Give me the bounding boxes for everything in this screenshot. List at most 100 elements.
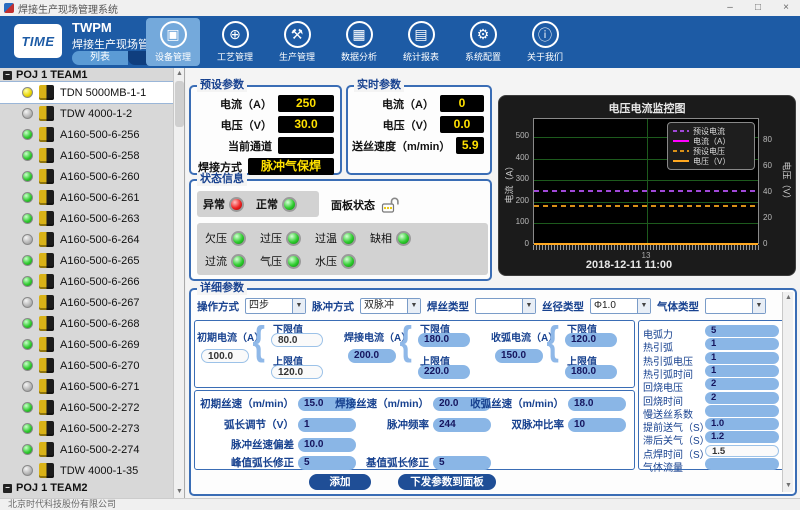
header: TIME TWPM 焊接生产现场管理系统 列表图形 ▣设备管理⊕工艺管理⚒生产管…	[0, 16, 800, 68]
tree-item[interactable]: A160-500-6-261	[0, 187, 174, 208]
param-value-field[interactable]: 1.5	[705, 445, 779, 457]
green-led-icon	[341, 231, 356, 246]
tree-item[interactable]: A160-500-2-273	[0, 418, 174, 439]
maximize-button[interactable]: □	[744, 0, 772, 16]
dropdown-气体类型[interactable]: ▼	[705, 298, 766, 314]
current-value-field[interactable]: 100.0	[201, 349, 249, 363]
production-icon: ⚒	[284, 21, 311, 48]
param-value-field[interactable]: 1.0	[705, 418, 779, 430]
scroll-up-icon[interactable]: ▲	[783, 292, 794, 304]
param-value-field[interactable]: 10	[568, 418, 626, 432]
tree-item[interactable]: A160-500-6-267	[0, 292, 174, 313]
tree-item[interactable]: A160-500-6-270	[0, 355, 174, 376]
detail-scrollbar[interactable]: ▲ ▼	[782, 292, 793, 492]
param-value-field[interactable]: 1	[705, 365, 779, 377]
param-label: 脉冲丝速偏差	[231, 437, 294, 452]
param-value-field[interactable]: 1	[298, 418, 356, 432]
chevron-down-icon[interactable]: ▼	[407, 299, 420, 313]
param-value-field[interactable]: 1.2	[705, 431, 779, 443]
nav-item[interactable]: ⚒生产管理	[270, 18, 324, 66]
dropdown-焊丝类型[interactable]: ▼	[475, 298, 536, 314]
minimize-button[interactable]: –	[716, 0, 744, 16]
close-button[interactable]: ×	[772, 0, 800, 16]
sidebar-scrollbar[interactable]: ▲ ▼	[173, 68, 184, 498]
nav-item-label: 设备管理	[155, 50, 191, 63]
brace-glyph: {	[400, 319, 412, 364]
tree-item[interactable]: TDW 4000-1-35	[0, 460, 174, 481]
tree-item[interactable]: A160-500-2-274	[0, 439, 174, 460]
lower-limit-field[interactable]: 80.0	[271, 333, 323, 347]
fault-indicator: 过温	[315, 230, 356, 246]
chart-ytick-right: 40	[763, 187, 791, 196]
lower-limit-field[interactable]: 180.0	[418, 333, 470, 347]
value-display: 0	[440, 95, 484, 112]
led-label: 正常	[256, 196, 278, 212]
param-value-field[interactable]: 5	[705, 325, 779, 337]
dropdown-丝径类型[interactable]: Φ1.0▼	[590, 298, 651, 314]
scrollbar-thumb[interactable]	[175, 81, 184, 127]
lower-limit-field[interactable]: 120.0	[565, 333, 617, 347]
view-button-列表[interactable]: 列表	[72, 51, 128, 65]
tree-item[interactable]: A160-500-6-260	[0, 166, 174, 187]
chart-xaxis-ticks	[533, 245, 759, 250]
param-value-field[interactable]: 2	[705, 378, 779, 390]
tree-item[interactable]: A160-500-6-258	[0, 145, 174, 166]
chevron-down-icon[interactable]: ▼	[292, 299, 305, 313]
tree-item[interactable]: A160-500-6-265	[0, 250, 174, 271]
dropdown-label: 气体类型	[657, 299, 699, 314]
upper-limit-field[interactable]: 120.0	[271, 365, 323, 379]
param-value-field[interactable]	[705, 405, 779, 417]
tree-item[interactable]: A160-500-6-264	[0, 229, 174, 250]
scroll-up-icon[interactable]: ▲	[174, 68, 185, 80]
param-value-field[interactable]: 2	[705, 392, 779, 404]
nav-item[interactable]: ⚙系统配置	[456, 18, 510, 66]
chevron-down-icon[interactable]: ▼	[752, 299, 765, 313]
tree-item[interactable]: A160-500-6-263	[0, 208, 174, 229]
param-value-field[interactable]: 1	[705, 338, 779, 350]
company-logo: TIME	[14, 24, 62, 58]
tree-item[interactable]: TDW 4000-1-2	[0, 103, 174, 124]
extra-param-row: 热引弧时间1	[643, 365, 783, 378]
tree-item[interactable]: A160-500-6-268	[0, 313, 174, 334]
chart-title: 电压电流监控图	[499, 100, 795, 116]
current-value-field[interactable]: 200.0	[348, 349, 396, 363]
chevron-down-icon[interactable]: ▼	[522, 299, 535, 313]
chart-ytick-left: 500	[503, 131, 529, 140]
nav-item[interactable]: ▦数据分析	[332, 18, 386, 66]
alarm-indicator: 正常	[256, 196, 297, 212]
tree-item[interactable]: A160-500-6-256	[0, 124, 174, 145]
tree-item[interactable]: A160-500-6-266	[0, 271, 174, 292]
upper-limit-field[interactable]: 220.0	[418, 365, 470, 379]
collapse-icon[interactable]: −	[3, 71, 12, 80]
add-button[interactable]: 添加	[309, 474, 371, 490]
param-value-field[interactable]: 10.0	[298, 438, 356, 452]
value-display	[278, 137, 334, 154]
tree-item[interactable]: TDN 5000MB-1-1	[0, 82, 174, 103]
tree-item[interactable]: A160-500-6-271	[0, 376, 174, 397]
nav-item[interactable]: ▤统计报表	[394, 18, 448, 66]
nav-item[interactable]: ⓘ关于我们	[518, 18, 572, 66]
device-status-led	[22, 234, 33, 245]
dropdown-脉冲方式[interactable]: 双脉冲▼	[360, 298, 421, 314]
nav-item[interactable]: ▣设备管理	[146, 18, 200, 66]
param-value-field[interactable]	[705, 458, 779, 470]
tree-item[interactable]: A160-500-6-269	[0, 334, 174, 355]
tree-item[interactable]: A160-500-2-272	[0, 397, 174, 418]
tree-group-header[interactable]: −POJ 1 TEAM2	[0, 481, 174, 495]
device-status-led	[22, 192, 33, 203]
scroll-down-icon[interactable]: ▼	[783, 480, 794, 492]
tree-group-header[interactable]: −POJ 1 TEAM1	[0, 68, 174, 82]
param-value-field[interactable]: 5	[433, 456, 491, 470]
scroll-down-icon[interactable]: ▼	[174, 486, 185, 498]
dropdown-操作方式[interactable]: 四步▼	[245, 298, 306, 314]
param-value-field[interactable]: 18.0	[568, 397, 626, 411]
collapse-icon[interactable]: −	[3, 484, 12, 493]
param-value-field[interactable]: 5	[298, 456, 356, 470]
param-value-field[interactable]: 244	[433, 418, 491, 432]
upper-limit-field[interactable]: 180.0	[565, 365, 617, 379]
param-value-field[interactable]: 1	[705, 352, 779, 364]
current-value-field[interactable]: 150.0	[495, 349, 543, 363]
chevron-down-icon[interactable]: ▼	[637, 299, 650, 313]
nav-item[interactable]: ⊕工艺管理	[208, 18, 262, 66]
send-params-button[interactable]: 下发参数到面板	[398, 474, 496, 490]
